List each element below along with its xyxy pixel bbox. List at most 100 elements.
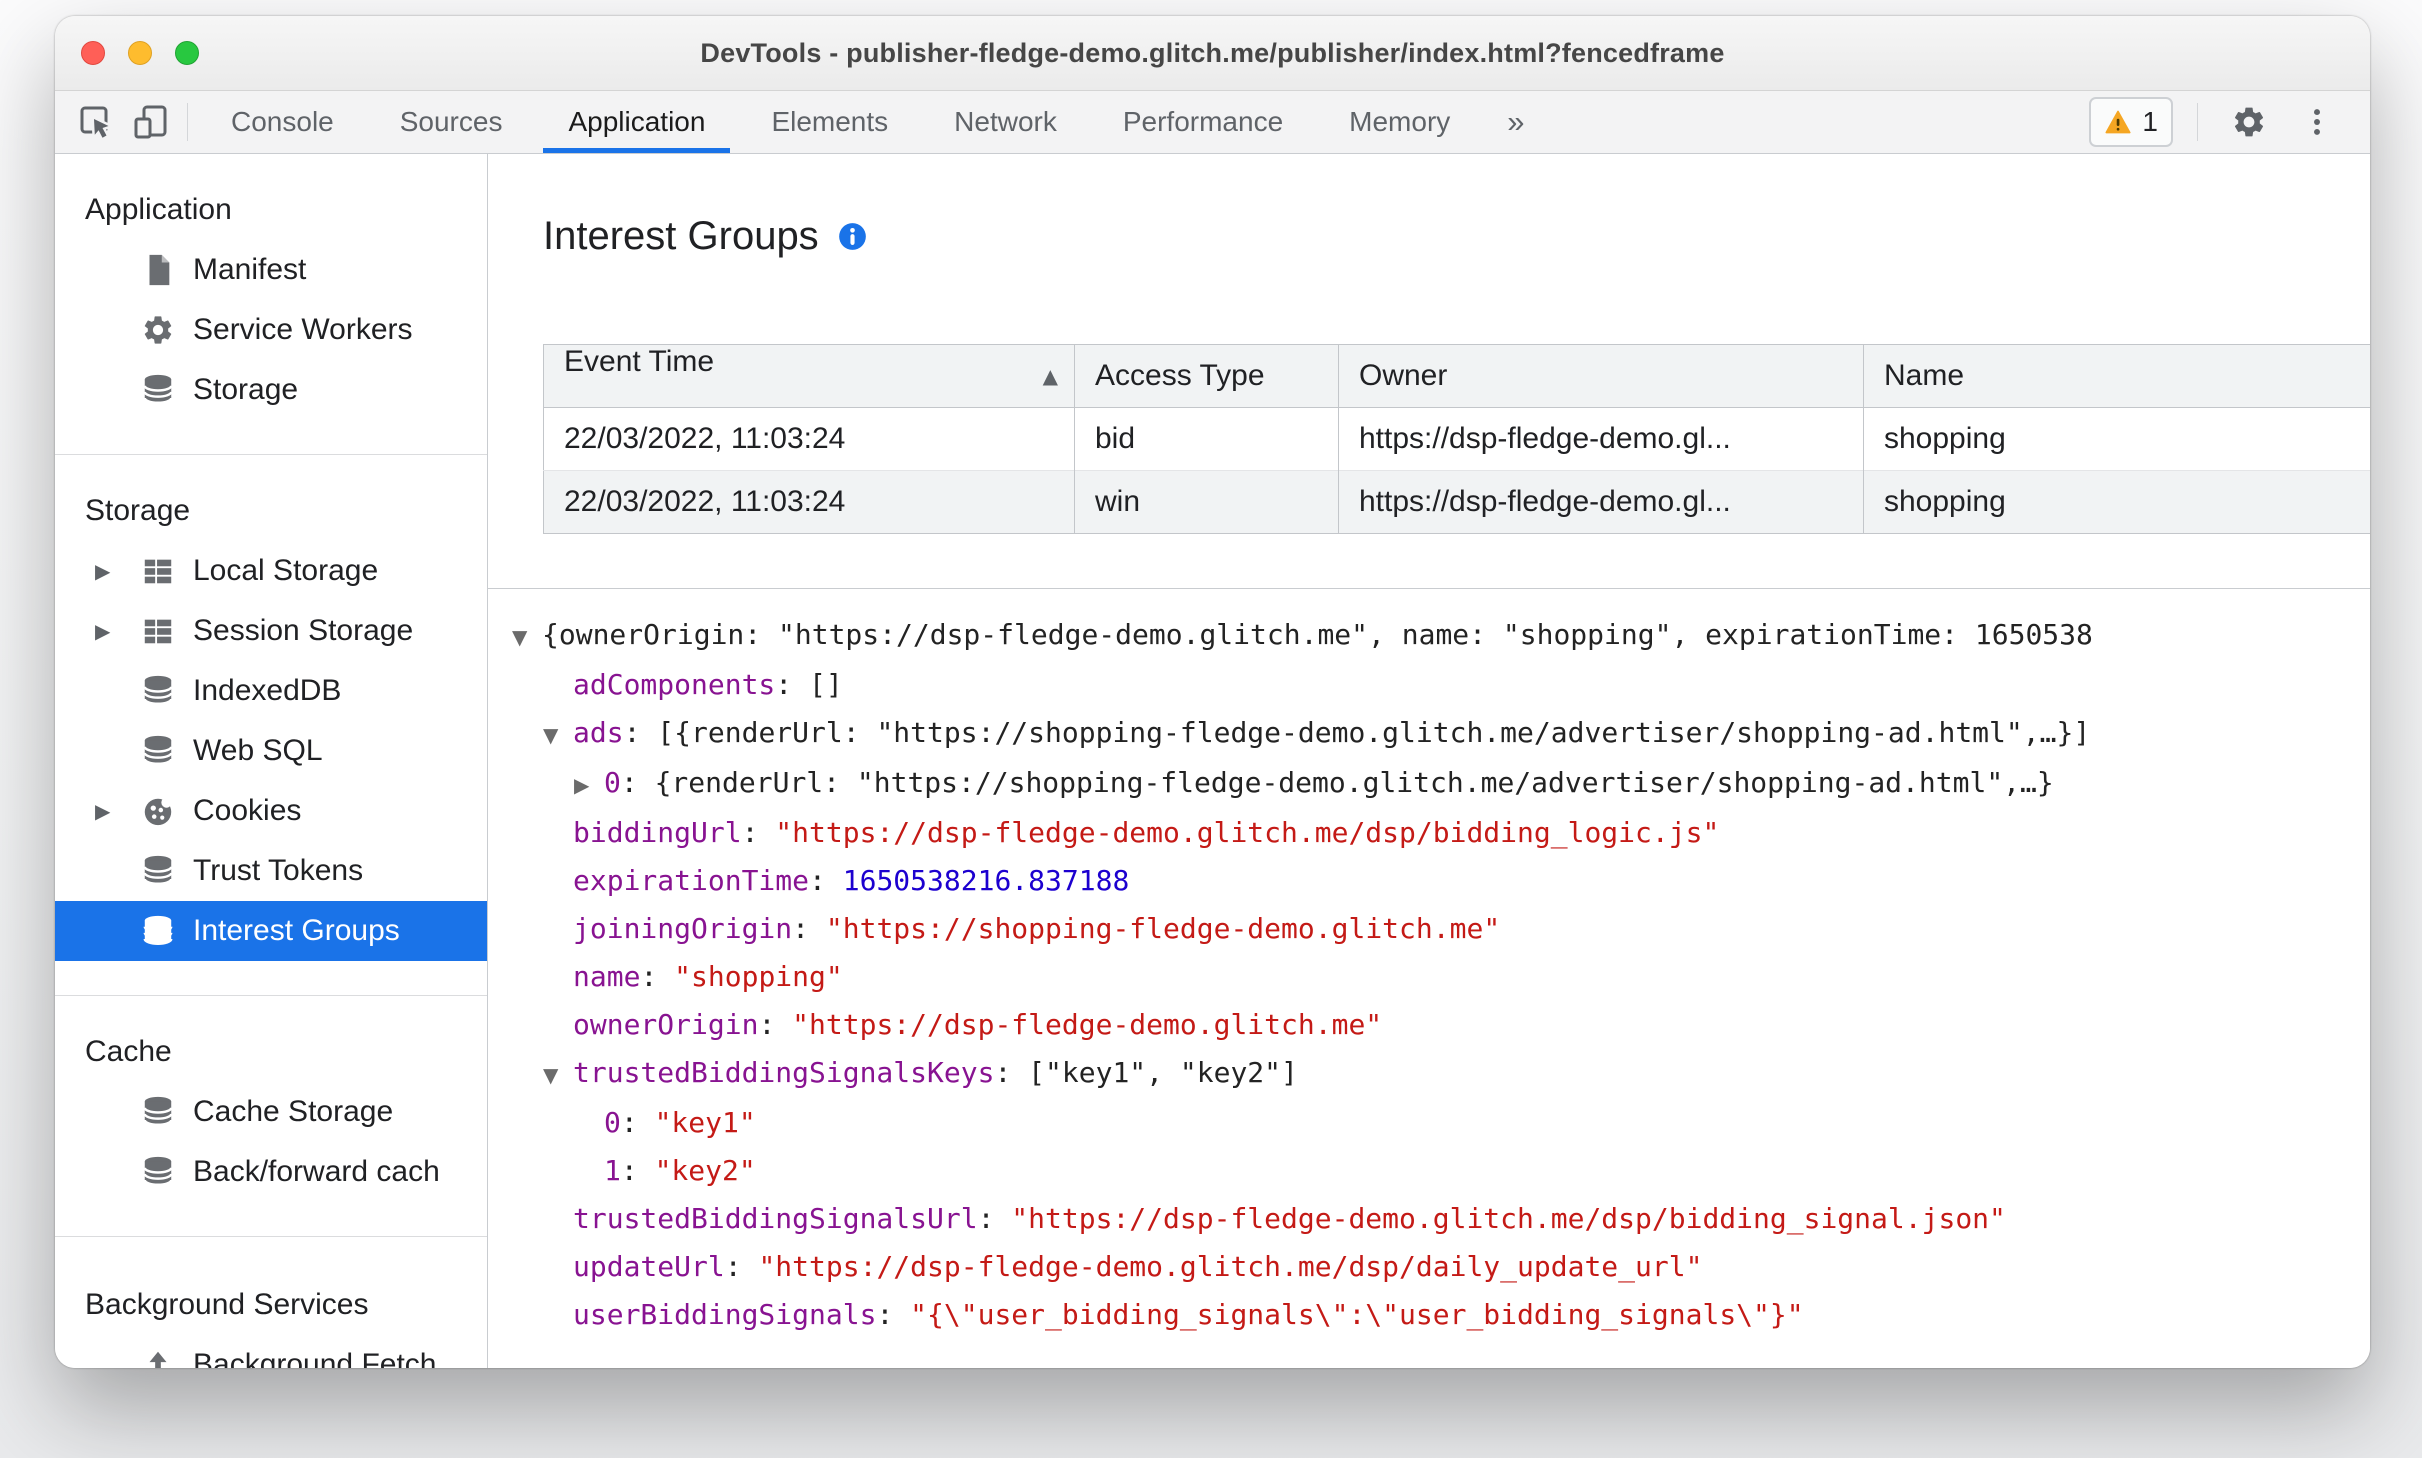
table-cell: shopping: [1863, 407, 2370, 471]
kebab-menu-icon: [2300, 105, 2334, 139]
expander-icon[interactable]: ▶: [95, 799, 139, 823]
expander-icon[interactable]: ▶: [95, 619, 139, 643]
interest-groups-events-table: Event Time ▲ Access Type Owner Name 22/03/20…: [543, 344, 2370, 534]
sidebar-item-label: Cookies: [193, 794, 302, 827]
sidebar-section-background-services: Background Services Background Fetch: [55, 1237, 487, 1368]
table-cell: shopping: [1863, 470, 2370, 534]
json-token-plain: :: [620, 766, 655, 799]
column-header-owner[interactable]: Owner: [1338, 344, 1864, 408]
tab-elements[interactable]: Elements: [738, 91, 921, 153]
tree-line: ▼ ads: [{renderUrl: "https://shopping-fle…: [488, 709, 2370, 759]
sidebar-item-cache-storage[interactable]: Cache Storage: [55, 1082, 487, 1142]
sidebar-item-interest-groups[interactable]: Interest Groups: [55, 901, 487, 961]
tree-line: ▼ {ownerOrigin: "https://dsp-fledge-demo.…: [488, 611, 2370, 661]
section-title-cache: Cache: [85, 1035, 172, 1068]
table-icon: [139, 612, 177, 650]
table-row[interactable]: 22/03/2022, 11:03:24 win https://dsp-fledg…: [543, 470, 2370, 534]
tree-line: expirationTime: 1650538216.837188: [488, 857, 2370, 905]
zoom-button[interactable]: [175, 41, 199, 65]
json-token-key: 1: [604, 1154, 621, 1187]
column-header-access-type[interactable]: Access Type: [1074, 344, 1339, 408]
database-icon: [139, 1153, 177, 1191]
inspect-cursor-icon: [78, 104, 114, 140]
tab-network[interactable]: Network: [921, 91, 1090, 153]
json-token-key: userBiddingSignals: [573, 1298, 877, 1331]
info-icon[interactable]: [837, 221, 868, 252]
tree-expander-icon[interactable]: ▶: [574, 761, 604, 809]
application-sidebar: Application Manifest Service Workers Storag…: [55, 154, 488, 1368]
sidebar-item-label: Session Storage: [193, 614, 414, 647]
devtools-toolbar: Console Sources Application Elements Network…: [55, 91, 2370, 154]
tree-expander-icon[interactable]: ▼: [543, 1051, 573, 1099]
toolbar-right: 1: [2089, 91, 2370, 153]
json-token-key: joiningOrigin: [573, 912, 793, 945]
json-token-plain: :: [809, 864, 843, 897]
json-token-key: name: [573, 960, 641, 993]
toolbar-separator: [2197, 103, 2198, 141]
sidebar-section-storage: Storage ▶ Local Storage ▶ Session Storage Ind…: [55, 455, 487, 996]
column-header-event-time[interactable]: Event Time ▲: [543, 344, 1075, 408]
tab-performance[interactable]: Performance: [1090, 91, 1316, 153]
sidebar-item-storage[interactable]: Storage: [55, 360, 487, 420]
json-token-plain: :: [758, 1008, 793, 1041]
sidebar-item-back-forward-cach[interactable]: Back/forward cach: [55, 1142, 487, 1202]
more-tabs-button[interactable]: »: [1483, 104, 1548, 140]
json-token-string: "key1": [654, 1106, 756, 1139]
json-token-plain: []: [809, 668, 843, 701]
tree-line: ▼ trustedBiddingSignalsKeys: ["key1", "ke…: [488, 1049, 2370, 1099]
warnings-badge[interactable]: 1: [2089, 97, 2173, 147]
tree-line: name: "shopping": [488, 953, 2370, 1001]
json-token-string: "https://shopping-fledge-demo.glitch.me": [825, 912, 1501, 945]
json-token-key: ads: [573, 716, 624, 749]
database-icon: [139, 852, 177, 890]
tab-sources[interactable]: Sources: [367, 91, 536, 153]
sidebar-section-cache: Cache Cache Storage Back/forward cach: [55, 996, 487, 1237]
sidebar-item-label: Local Storage: [193, 554, 379, 587]
table-cell: 22/03/2022, 11:03:24: [543, 470, 1075, 534]
devtools-window: DevTools - publisher-fledge-demo.glitch.…: [55, 16, 2370, 1368]
json-token-plain: :: [741, 816, 776, 849]
sidebar-item-local-storage[interactable]: ▶ Local Storage: [55, 541, 487, 601]
json-token-key: biddingUrl: [573, 816, 742, 849]
tab-memory[interactable]: Memory: [1316, 91, 1483, 153]
tab-application[interactable]: Application: [535, 91, 738, 153]
toggle-device-toolbar-button[interactable]: [123, 91, 177, 153]
minimize-button[interactable]: [128, 41, 152, 65]
table-cell: 22/03/2022, 11:03:24: [564, 422, 846, 455]
gear-icon: [139, 311, 177, 349]
sidebar-item-manifest[interactable]: Manifest: [55, 240, 487, 300]
warning-triangle-icon: [2104, 108, 2132, 136]
sidebar-item-trust-tokens[interactable]: Trust Tokens: [55, 841, 487, 901]
tree-line: 1: "key2": [488, 1147, 2370, 1195]
column-header-name[interactable]: Name: [1863, 344, 2370, 408]
json-token-key: trustedBiddingSignalsKeys: [573, 1056, 995, 1089]
table-row[interactable]: 22/03/2022, 11:03:24 bid https://dsp-fledg…: [544, 407, 2370, 471]
sidebar-item-label: Service Workers: [193, 313, 413, 346]
title-bar: DevTools - publisher-fledge-demo.glitch.…: [55, 16, 2370, 91]
toolbar-separator: [187, 103, 188, 141]
sidebar-item-service-workers[interactable]: Service Workers: [55, 300, 487, 360]
close-button[interactable]: [81, 41, 105, 65]
json-token-plain: :: [620, 1154, 655, 1187]
sidebar-item-indexeddb[interactable]: IndexedDB: [55, 661, 487, 721]
sidebar-item-cookies[interactable]: ▶ Cookies: [55, 781, 487, 841]
menu-button[interactable]: [2290, 91, 2344, 153]
sidebar-item-session-storage[interactable]: ▶ Session Storage: [55, 601, 487, 661]
table-cell: bid: [1074, 407, 1339, 471]
tab-console[interactable]: Console: [198, 91, 367, 153]
sidebar-item-label: Trust Tokens: [193, 854, 364, 887]
inspect-element-button[interactable]: [69, 91, 123, 153]
tree-line: trustedBiddingSignalsUrl: "https://dsp-f…: [488, 1195, 2370, 1243]
tree-expander-icon[interactable]: ▼: [543, 711, 573, 759]
sidebar-item-label: Storage: [193, 373, 299, 406]
sidebar-item-label: Back/forward cach: [193, 1155, 440, 1188]
sidebar-item-background-fetch[interactable]: Background Fetch: [55, 1335, 487, 1368]
tree-expander-icon[interactable]: ▼: [512, 613, 542, 661]
sidebar-item-web-sql[interactable]: Web SQL: [55, 721, 487, 781]
sidebar-item-label: IndexedDB: [193, 674, 342, 707]
settings-button[interactable]: [2222, 91, 2276, 153]
json-token-string: "https://dsp-fledge-demo.glitch.me/dsp/d…: [758, 1250, 1703, 1283]
section-title-background-services: Background Services: [85, 1288, 369, 1321]
json-token-plain: {renderUrl: "https://shopping-fledge-dem…: [654, 766, 2054, 799]
expander-icon[interactable]: ▶: [95, 559, 139, 583]
